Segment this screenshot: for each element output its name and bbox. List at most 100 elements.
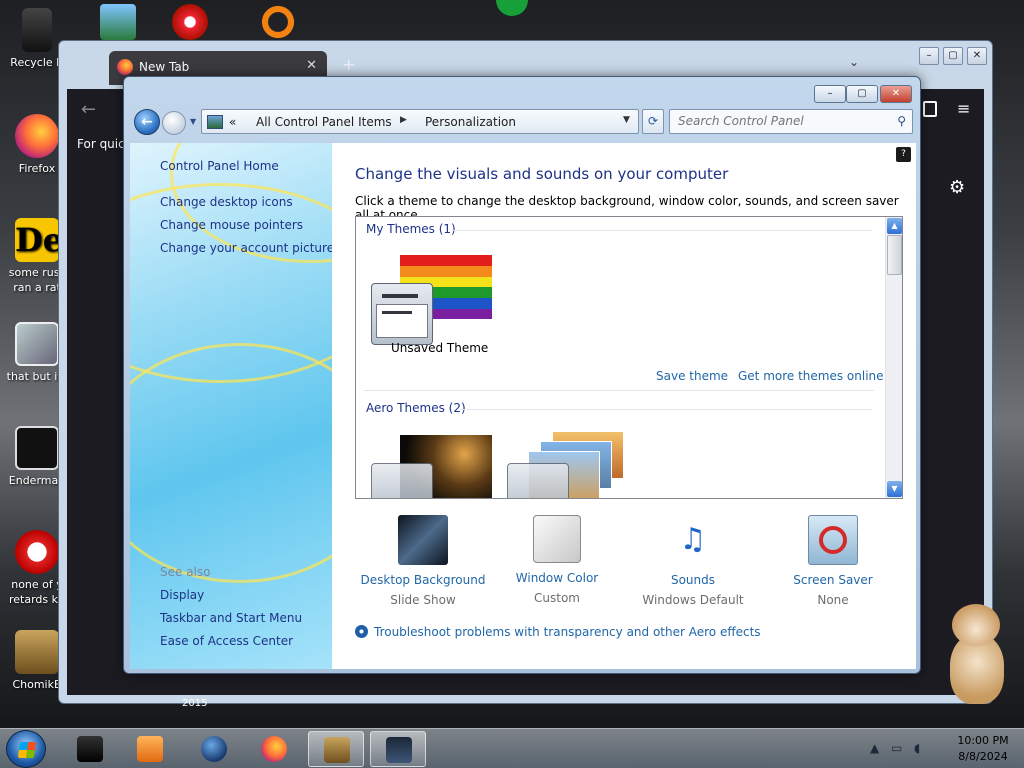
window-color-thumbnail	[371, 463, 433, 498]
globe-icon	[201, 736, 227, 762]
scroll-down-arrow-icon[interactable]: ▼	[887, 481, 902, 497]
sidebar-item-display[interactable]: Display	[160, 588, 204, 602]
refresh-button[interactable]: ⟳	[642, 109, 664, 134]
firefox-icon	[261, 736, 287, 762]
my-themes-header: My Themes (1)	[366, 222, 456, 236]
address-dropdown-icon[interactable]: ▼	[623, 115, 630, 125]
hamburger-menu-icon[interactable]: ≡	[957, 99, 970, 118]
tab-title: New Tab	[139, 60, 190, 74]
setting-label[interactable]: Window Color	[492, 571, 622, 585]
get-more-themes-link[interactable]: Get more themes online	[738, 369, 884, 383]
breadcrumb-separator-icon[interactable]: ▶	[400, 115, 407, 125]
close-button[interactable]: ✕	[880, 85, 912, 103]
hamster-image	[944, 604, 1006, 704]
divider	[452, 230, 872, 231]
top-icon-p[interactable]	[172, 4, 208, 40]
volume-icon[interactable]: ◖	[914, 741, 920, 755]
taskbar-item-terminal[interactable]	[62, 731, 118, 767]
search-box[interactable]: ⚲	[669, 109, 913, 134]
chomik-box-icon	[324, 737, 350, 763]
setting-label[interactable]: Sounds	[628, 573, 758, 587]
red-dragon-icon	[15, 530, 59, 574]
theme-name: Unsaved Theme	[391, 341, 489, 355]
troubleshoot-link[interactable]: Troubleshoot problems with transparency …	[355, 625, 761, 639]
maximize-button[interactable]: ▢	[943, 47, 963, 65]
breadcrumb-all-items[interactable]: All Control Panel Items	[256, 115, 392, 129]
list-tabs-chevron-icon[interactable]: ⌄	[849, 55, 859, 69]
close-tab-icon[interactable]: ✕	[306, 58, 317, 73]
aero-themes-header: Aero Themes (2)	[366, 401, 466, 415]
themes-list: My Themes (1) Unsaved Theme Save theme G…	[355, 216, 903, 499]
extensions-icon[interactable]	[923, 101, 937, 117]
close-button[interactable]: ✕	[967, 47, 987, 65]
address-bar[interactable]: « All Control Panel Items ▶ Personalizat…	[201, 109, 639, 134]
sidebar-swirl-decoration	[130, 343, 332, 583]
search-input[interactable]	[678, 114, 878, 128]
desktop-background-setting[interactable]: Desktop Background Slide Show	[358, 515, 488, 607]
firefox-icon	[15, 114, 59, 158]
new-tab-button[interactable]: +	[342, 55, 355, 74]
show-hidden-icons-icon[interactable]: ▲	[870, 741, 879, 755]
minimize-button[interactable]: –	[919, 47, 939, 65]
chomik-box-icon	[15, 630, 59, 674]
setting-value: Windows Default	[642, 593, 744, 607]
taskbar-item-chomik[interactable]	[308, 731, 364, 767]
search-icon[interactable]: ⚲	[897, 114, 906, 128]
clock-time: 10:00 PM	[957, 734, 1009, 747]
terminal-icon	[77, 736, 103, 762]
help-icon[interactable]: ?	[896, 147, 911, 162]
top-icon-ring[interactable]	[260, 4, 296, 40]
setting-label[interactable]: Desktop Background	[358, 573, 488, 587]
address-overflow[interactable]: «	[229, 115, 236, 129]
page-title: Change the visuals and sounds on your co…	[355, 165, 729, 183]
recycle-bin-icon	[22, 8, 52, 52]
window-color-setting[interactable]: Window Color Custom	[492, 515, 622, 605]
taskbar-item-globe[interactable]	[186, 731, 242, 767]
top-icon-green	[496, 0, 528, 16]
taskbar-item-media-player[interactable]	[122, 731, 178, 767]
sidebar-item-desktop-icons[interactable]: Change desktop icons	[160, 195, 293, 209]
history-dropdown-icon[interactable]: ▼	[190, 117, 196, 126]
sidebar-item-ease-of-access[interactable]: Ease of Access Center	[160, 634, 293, 648]
breadcrumb-personalization[interactable]: Personalization	[425, 115, 516, 129]
terminal-icon	[15, 426, 59, 470]
top-icon-1[interactable]	[100, 4, 136, 40]
setting-value: None	[817, 593, 849, 607]
sidebar-item-taskbar[interactable]: Taskbar and Start Menu	[160, 611, 302, 625]
clock-date: 8/8/2024	[958, 750, 1008, 763]
back-arrow-icon[interactable]: ←	[81, 99, 96, 120]
window-color-thumbnail	[371, 283, 433, 345]
divider	[460, 409, 872, 410]
sidebar-item-mouse-pointers[interactable]: Change mouse pointers	[160, 218, 303, 232]
taskbar: ▲ ▭ ◖ 10:00 PM 8/8/2024	[0, 728, 1024, 768]
sidebar-item-account-picture[interactable]: Change your account picture	[160, 241, 332, 255]
back-button[interactable]: ←	[134, 109, 160, 135]
forward-button[interactable]	[162, 111, 186, 135]
control-panel-window: – ▢ ✕ ← ▼ « All Control Panel Items ▶ Pe…	[123, 76, 921, 674]
troubleshoot-label[interactable]: Troubleshoot problems with transparency …	[374, 625, 761, 639]
sounds-icon: ♫	[679, 522, 707, 557]
divider	[364, 390, 874, 391]
sidebar-item-home[interactable]: Control Panel Home	[160, 159, 279, 173]
screen-saver-setting[interactable]: Screen Saver None	[768, 515, 898, 607]
network-icon[interactable]: ▭	[891, 741, 902, 755]
setting-value: Slide Show	[390, 593, 456, 607]
taskbar-item-firefox[interactable]	[246, 731, 302, 767]
start-button[interactable]	[6, 730, 46, 768]
scroll-up-arrow-icon[interactable]: ▲	[887, 218, 902, 234]
setting-value: Custom	[534, 591, 580, 605]
setting-label[interactable]: Screen Saver	[768, 573, 898, 587]
minimize-button[interactable]: –	[814, 85, 846, 103]
save-theme-link[interactable]: Save theme	[656, 369, 728, 383]
screen-saver-icon	[808, 515, 858, 565]
gear-icon[interactable]: ⚙	[949, 177, 965, 198]
sidebar: Control Panel Home Change desktop icons …	[130, 143, 332, 669]
scroll-thumb[interactable]	[887, 235, 902, 275]
taskbar-item-control-panel[interactable]	[370, 731, 426, 767]
maximize-button[interactable]: ▢	[846, 85, 878, 103]
clock[interactable]: 10:00 PM 8/8/2024	[948, 733, 1018, 765]
sounds-setting[interactable]: ♫ Sounds Windows Default	[628, 515, 758, 607]
themes-scrollbar[interactable]: ▲ ▼	[885, 217, 902, 498]
windows-icon	[15, 322, 59, 366]
year-label: 2015	[182, 698, 208, 709]
